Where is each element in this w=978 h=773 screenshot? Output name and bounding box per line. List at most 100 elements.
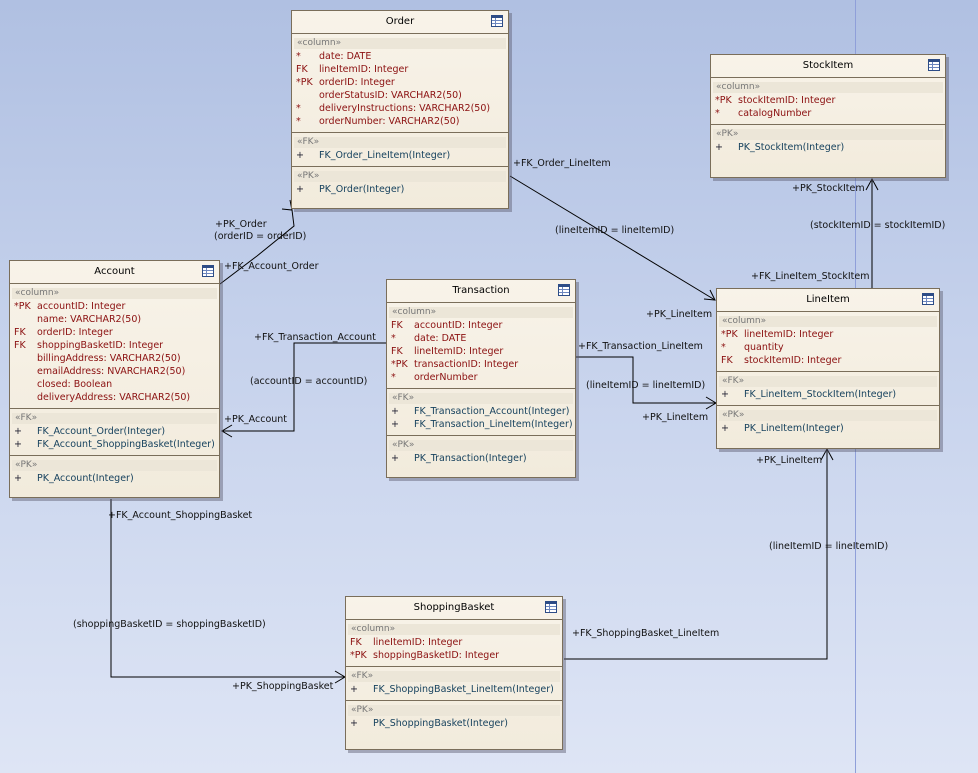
column-row[interactable]: FK orderID: Integer bbox=[10, 326, 219, 339]
column-row[interactable]: FK shoppingBasketID: Integer bbox=[10, 339, 219, 352]
column-definition: lineItemID: Integer bbox=[373, 637, 463, 648]
column-row[interactable]: * orderNumber bbox=[387, 371, 575, 384]
table-section: «PK» + PK_Order(Integer) bbox=[292, 167, 508, 200]
column-definition: name: VARCHAR2(50) bbox=[37, 314, 142, 325]
stereotype-label: «column» bbox=[713, 82, 943, 93]
stereotype-label: «PK» bbox=[294, 171, 506, 182]
table-section: «FK» + FK_Transaction_Account(Integer) + FK_… bbox=[387, 389, 575, 436]
table-shoppingbasket[interactable]: ShoppingBasket «column» FK lineItemID: Int… bbox=[345, 596, 563, 750]
column-row[interactable]: name: VARCHAR2(50) bbox=[10, 313, 219, 326]
table-section: «PK» + PK_Transaction(Integer) bbox=[387, 436, 575, 469]
stereotype-label: «PK» bbox=[12, 460, 217, 471]
role-label: +FK_Transaction_LineItem bbox=[578, 341, 703, 352]
table-section: «column» *PK stockItemID: Integer * catalogN… bbox=[711, 78, 945, 125]
operation-row[interactable]: + PK_ShoppingBasket(Integer) bbox=[346, 717, 562, 730]
operation-row[interactable]: + PK_StockItem(Integer) bbox=[711, 141, 945, 154]
column-definition: billingAddress: VARCHAR2(50) bbox=[37, 353, 181, 364]
column-row[interactable]: *PK orderID: Integer bbox=[292, 76, 508, 89]
column-row[interactable]: billingAddress: VARCHAR2(50) bbox=[10, 352, 219, 365]
operation-signature: PK_LineItem(Integer) bbox=[744, 423, 844, 434]
column-row[interactable]: *PK lineItemID: Integer bbox=[717, 328, 939, 341]
column-definition: orderStatusID: VARCHAR2(50) bbox=[319, 90, 462, 101]
table-title: Transaction bbox=[387, 280, 575, 303]
operation-row[interactable]: + PK_Account(Integer) bbox=[10, 472, 219, 485]
column-row[interactable]: * catalogNumber bbox=[711, 107, 945, 120]
stereotype-label: «column» bbox=[389, 307, 573, 318]
operation-row[interactable]: + PK_Order(Integer) bbox=[292, 183, 508, 196]
table-icon bbox=[202, 265, 214, 277]
table-icon bbox=[491, 15, 503, 27]
column-row[interactable]: * date: DATE bbox=[292, 50, 508, 63]
column-row[interactable]: emailAddress: NVARCHAR2(50) bbox=[10, 365, 219, 378]
operation-row[interactable]: + FK_Order_LineItem(Integer) bbox=[292, 149, 508, 162]
column-row[interactable]: closed: Boolean bbox=[10, 378, 219, 391]
operation-row[interactable]: + FK_Transaction_LineItem(Integer) bbox=[387, 418, 575, 431]
role-label: +FK_Transaction_Account bbox=[254, 332, 376, 343]
column-definition: stockItemID: Integer bbox=[738, 95, 836, 106]
key-marker: * bbox=[296, 116, 301, 127]
table-section: «PK» + PK_StockItem(Integer) bbox=[711, 125, 945, 158]
table-account[interactable]: Account «column» *PK accountID: Integer nam… bbox=[9, 260, 220, 498]
column-row[interactable]: *PK shoppingBasketID: Integer bbox=[346, 649, 562, 662]
column-definition: quantity bbox=[744, 342, 784, 353]
column-row[interactable]: FK lineItemID: Integer bbox=[346, 636, 562, 649]
key-marker: FK bbox=[350, 637, 362, 648]
operation-row[interactable]: + PK_LineItem(Integer) bbox=[717, 422, 939, 435]
key-marker: *PK bbox=[715, 95, 732, 106]
table-stockitem[interactable]: StockItem «column» *PK stockItemID: Intege… bbox=[710, 54, 946, 178]
key-marker: * bbox=[296, 103, 301, 114]
column-row[interactable]: FK lineItemID: Integer bbox=[387, 345, 575, 358]
column-row[interactable]: FK stockItemID: Integer bbox=[717, 354, 939, 367]
column-row[interactable]: *PK accountID: Integer bbox=[10, 300, 219, 313]
column-row[interactable]: * date: DATE bbox=[387, 332, 575, 345]
connector-account-basket[interactable] bbox=[110, 499, 345, 678]
operation-signature: PK_Order(Integer) bbox=[319, 184, 405, 195]
join-label: (lineItemID = lineItemID) bbox=[555, 225, 675, 236]
table-lineitem[interactable]: LineItem «column» *PK lineItemID: Integer *… bbox=[716, 288, 940, 449]
role-label: +PK_Account bbox=[224, 414, 288, 425]
stereotype-label: «PK» bbox=[713, 129, 943, 140]
column-definition: catalogNumber bbox=[738, 108, 812, 119]
column-row[interactable]: FK lineItemID: Integer bbox=[292, 63, 508, 76]
key-marker: + bbox=[14, 426, 22, 437]
column-row[interactable]: *PK transactionID: Integer bbox=[387, 358, 575, 371]
table-section: «column» *PK accountID: Integer name: VARCH… bbox=[10, 284, 219, 409]
operation-row[interactable]: + FK_Transaction_Account(Integer) bbox=[387, 405, 575, 418]
operation-row[interactable]: + FK_Account_ShoppingBasket(Integer) bbox=[10, 438, 219, 451]
operation-signature: FK_Transaction_Account(Integer) bbox=[414, 406, 570, 417]
stereotype-label: «FK» bbox=[719, 376, 937, 387]
column-row[interactable]: deliveryAddress: VARCHAR2(50) bbox=[10, 391, 219, 404]
column-row[interactable]: FK accountID: Integer bbox=[387, 319, 575, 332]
column-row[interactable]: * quantity bbox=[717, 341, 939, 354]
column-row[interactable]: * orderNumber: VARCHAR2(50) bbox=[292, 115, 508, 128]
column-definition: closed: Boolean bbox=[37, 379, 113, 390]
operation-row[interactable]: + PK_Transaction(Integer) bbox=[387, 452, 575, 465]
operation-row[interactable]: + FK_LineItem_StockItem(Integer) bbox=[717, 388, 939, 401]
join-label: (lineItemID = lineItemID) bbox=[769, 541, 889, 552]
table-order[interactable]: Order «column» * date: DATE FK lineItemID: I… bbox=[291, 10, 509, 209]
table-icon bbox=[922, 293, 934, 305]
key-marker: * bbox=[715, 108, 720, 119]
column-definition: orderNumber bbox=[414, 372, 478, 383]
column-definition: date: DATE bbox=[414, 333, 467, 344]
operation-row[interactable]: + FK_ShoppingBasket_LineItem(Integer) bbox=[346, 683, 562, 696]
operation-row[interactable]: + FK_Account_Order(Integer) bbox=[10, 425, 219, 438]
stereotype-label: «PK» bbox=[719, 410, 937, 421]
key-marker: * bbox=[296, 51, 301, 62]
column-definition: orderNumber: VARCHAR2(50) bbox=[319, 116, 460, 127]
role-label: +PK_ShoppingBasket bbox=[232, 681, 334, 692]
column-row[interactable]: *PK stockItemID: Integer bbox=[711, 94, 945, 107]
column-row[interactable]: orderStatusID: VARCHAR2(50) bbox=[292, 89, 508, 102]
table-section: «PK» + PK_Account(Integer) bbox=[10, 456, 219, 489]
column-definition: deliveryInstructions: VARCHAR2(50) bbox=[319, 103, 491, 114]
join-label: (lineItemID = lineItemID) bbox=[586, 380, 706, 391]
role-label: +PK_LineItem bbox=[646, 309, 713, 320]
table-transaction[interactable]: Transaction «column» FK accountID: Integer… bbox=[386, 279, 576, 478]
key-marker: *PK bbox=[14, 301, 31, 312]
table-section: «PK» + PK_LineItem(Integer) bbox=[717, 406, 939, 439]
table-section: «FK» + FK_Account_Order(Integer) + FK_Accoun… bbox=[10, 409, 219, 456]
column-definition: stockItemID: Integer bbox=[744, 355, 842, 366]
column-row[interactable]: * deliveryInstructions: VARCHAR2(50) bbox=[292, 102, 508, 115]
key-marker: FK bbox=[14, 340, 26, 351]
operation-signature: FK_ShoppingBasket_LineItem(Integer) bbox=[373, 684, 554, 695]
